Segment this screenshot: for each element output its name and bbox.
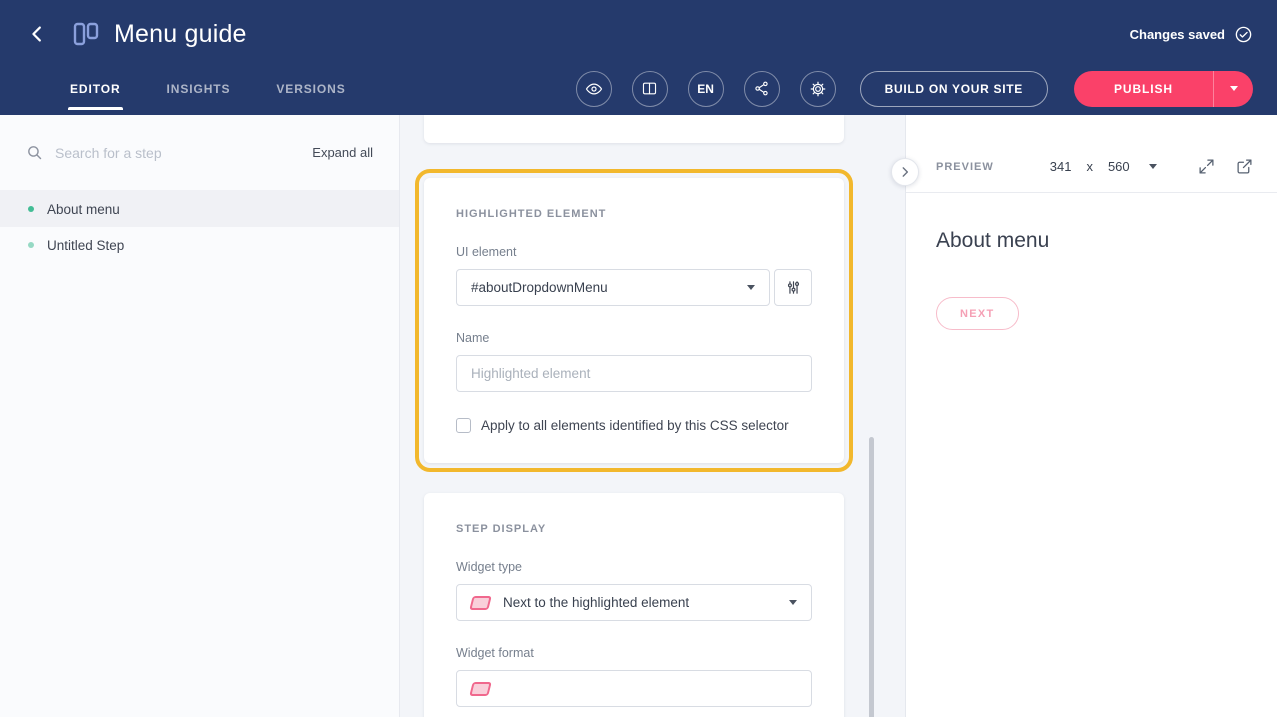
check-circle-icon	[1234, 25, 1253, 44]
sliders-icon	[785, 279, 802, 296]
search-icon	[26, 144, 43, 161]
body-area: Expand all About menu Untitled Step	[0, 115, 1277, 717]
previous-section-card	[424, 115, 844, 143]
gear-icon	[809, 80, 827, 98]
step-item-untitled-step[interactable]: Untitled Step	[0, 227, 399, 263]
widget-format-label: Widget format	[456, 646, 812, 660]
chevron-right-icon	[898, 165, 912, 179]
section-title: STEP DISPLAY	[456, 523, 812, 535]
apply-all-label: Apply to all elements identified by this…	[481, 418, 789, 433]
highlighted-element-name-input[interactable]	[456, 355, 812, 392]
tab-editor[interactable]: EDITOR	[70, 82, 121, 96]
page-title: Menu guide	[114, 20, 247, 49]
widget-type-select[interactable]: Next to the highlighted element	[456, 584, 812, 621]
chevron-down-icon	[1149, 164, 1157, 169]
widget-format-select[interactable]	[456, 670, 812, 707]
language-button[interactable]: EN	[688, 71, 724, 107]
top-header: Menu guide Changes saved EDITOR INSIGHTS…	[0, 0, 1277, 115]
step-list: About menu Untitled Step	[0, 191, 399, 263]
ui-element-select[interactable]: #aboutDropdownMenu	[456, 269, 770, 306]
chevron-left-icon	[27, 23, 49, 45]
preview-eye-button[interactable]	[576, 71, 612, 107]
name-label: Name	[456, 331, 812, 345]
header-top-row: Menu guide Changes saved	[24, 0, 1253, 62]
preview-header-icons	[1198, 158, 1253, 175]
collapse-preview-button[interactable]	[891, 158, 919, 186]
guide-logo-icon	[72, 21, 100, 47]
widget-type-value: Next to the highlighted element	[503, 595, 689, 610]
tab-insights[interactable]: INSIGHTS	[167, 82, 231, 96]
step-search-row: Expand all	[0, 115, 399, 191]
preview-label: PREVIEW	[936, 161, 994, 173]
preview-size-separator: x	[1086, 159, 1093, 174]
app-window: Menu guide Changes saved EDITOR INSIGHTS…	[0, 0, 1277, 717]
widget-type-label: Widget type	[456, 560, 812, 574]
header-tabs-row: EDITOR INSIGHTS VERSIONS EN	[24, 62, 1253, 115]
changes-saved-label: Changes saved	[1130, 27, 1225, 42]
eye-icon	[585, 80, 603, 98]
ui-element-row: #aboutDropdownMenu	[456, 269, 812, 306]
publish-button-label[interactable]: PUBLISH	[1074, 71, 1213, 107]
step-status-dot	[28, 242, 34, 248]
preview-content: About menu NEXT	[906, 193, 1277, 366]
element-settings-button[interactable]	[774, 269, 812, 306]
step-display-card: STEP DISPLAY Widget type Next to the hig…	[424, 493, 844, 717]
changes-saved-status: Changes saved	[1130, 25, 1253, 44]
tab-versions[interactable]: VERSIONS	[276, 82, 345, 96]
preview-step-heading: About menu	[936, 229, 1247, 253]
preview-next-button[interactable]: NEXT	[936, 297, 1019, 330]
tab-bar: EDITOR INSIGHTS VERSIONS	[70, 82, 346, 96]
preview-size-dropdown[interactable]: 341 x 560	[1050, 159, 1157, 174]
apply-all-checkbox[interactable]	[456, 418, 471, 433]
layout-icon	[641, 80, 658, 97]
publish-dropdown-toggle[interactable]	[1213, 71, 1253, 107]
editor-canvas: HIGHLIGHTED ELEMENT UI element #aboutDro…	[400, 115, 905, 717]
share-icon	[753, 80, 770, 97]
highlighted-element-card: HIGHLIGHTED ELEMENT UI element #aboutDro…	[424, 178, 844, 463]
open-external-icon[interactable]	[1236, 158, 1253, 175]
preview-height-value: 560	[1108, 159, 1130, 174]
back-button[interactable]	[24, 20, 52, 48]
widget-tooltip-icon	[469, 682, 491, 696]
build-on-your-site-button[interactable]: BUILD ON YOUR SITE	[860, 71, 1048, 107]
step-item-about-menu[interactable]: About menu	[0, 191, 399, 227]
section-title: HIGHLIGHTED ELEMENT	[456, 208, 812, 220]
chevron-down-icon	[789, 600, 797, 605]
preview-panel: PREVIEW 341 x 560 About menu NEXT	[905, 115, 1277, 717]
chevron-down-icon	[1230, 86, 1238, 91]
share-button[interactable]	[744, 71, 780, 107]
settings-button[interactable]	[800, 71, 836, 107]
ui-element-label: UI element	[456, 245, 812, 259]
steps-sidebar: Expand all About menu Untitled Step	[0, 115, 400, 717]
preview-header: PREVIEW 341 x 560	[906, 115, 1277, 193]
step-label: Untitled Step	[47, 238, 124, 253]
step-label: About menu	[47, 202, 120, 217]
expand-all-link[interactable]: Expand all	[312, 145, 373, 160]
editor-scrollbar[interactable]	[869, 437, 874, 717]
editor-column: HIGHLIGHTED ELEMENT UI element #aboutDro…	[424, 115, 844, 717]
chevron-down-icon	[747, 285, 755, 290]
apply-all-row: Apply to all elements identified by this…	[456, 418, 812, 433]
layout-button[interactable]	[632, 71, 668, 107]
publish-button[interactable]: PUBLISH	[1074, 71, 1253, 107]
widget-tooltip-icon	[469, 596, 491, 610]
highlighted-section-outline: HIGHLIGHTED ELEMENT UI element #aboutDro…	[415, 169, 853, 472]
header-actions: EN BUILD ON YOUR SITE PUBLISH	[576, 71, 1253, 107]
expand-icon[interactable]	[1198, 158, 1215, 175]
step-search-input[interactable]	[55, 145, 300, 161]
step-status-dot	[28, 206, 34, 212]
preview-width-value: 341	[1050, 159, 1072, 174]
ui-element-value: #aboutDropdownMenu	[471, 280, 608, 295]
